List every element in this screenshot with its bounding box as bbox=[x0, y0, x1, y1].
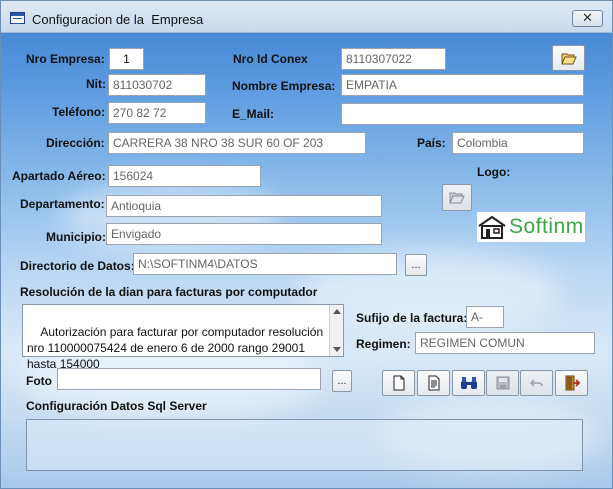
label-departamento: Departamento: bbox=[20, 197, 105, 211]
telefono-field[interactable]: 270 82 72 bbox=[108, 102, 206, 124]
undo-icon bbox=[529, 377, 544, 389]
company-logo: Softinm bbox=[477, 212, 585, 242]
label-nro-id-conex: Nro Id Conex bbox=[233, 52, 308, 66]
pais-field[interactable]: Colombia bbox=[452, 132, 584, 154]
label-logo: Logo: bbox=[477, 165, 511, 179]
sufijo-field[interactable]: A- bbox=[466, 306, 504, 328]
departamento-field[interactable]: Antioquia bbox=[106, 195, 382, 217]
sql-server-panel bbox=[26, 419, 583, 471]
edit-document-icon bbox=[427, 375, 441, 391]
nro-id-conex-field[interactable]: 8110307022 bbox=[341, 48, 446, 70]
browse-foto-button[interactable]: ... bbox=[332, 370, 352, 392]
folder-open-icon bbox=[560, 52, 577, 65]
open-folder-button[interactable] bbox=[552, 45, 585, 71]
nro-empresa-field[interactable]: 1 bbox=[109, 48, 144, 70]
scroll-down-icon[interactable] bbox=[333, 347, 341, 352]
label-regimen: Regimen: bbox=[356, 337, 411, 351]
label-nit: Nit: bbox=[86, 77, 106, 91]
resolucion-scrollbar[interactable] bbox=[329, 305, 343, 356]
logo-text: Softinm bbox=[509, 215, 584, 238]
save-button[interactable] bbox=[486, 370, 519, 396]
house-logo-icon bbox=[477, 214, 507, 240]
new-document-icon bbox=[392, 375, 406, 391]
resolucion-textarea[interactable]: Autorización para facturar por computado… bbox=[22, 304, 344, 371]
nombre-empresa-field[interactable]: EMPATIA bbox=[341, 74, 584, 96]
label-telefono: Teléfono: bbox=[52, 105, 106, 119]
direccion-field[interactable]: CARRERA 38 NRO 38 SUR 60 OF 203 bbox=[108, 132, 366, 154]
foto-field[interactable] bbox=[57, 368, 321, 390]
new-button[interactable] bbox=[382, 370, 415, 396]
nit-field[interactable]: 811030702 bbox=[108, 74, 206, 96]
title-bar[interactable]: Configuracion de la Empresa ✕ bbox=[1, 1, 612, 33]
label-sql-server: Configuración Datos Sql Server bbox=[26, 399, 207, 413]
directorio-field[interactable]: N:\SOFTINM4\DATOS bbox=[133, 253, 397, 275]
municipio-field[interactable]: Envigado bbox=[106, 223, 382, 245]
label-apartado: Apartado Aéreo: bbox=[12, 169, 106, 183]
label-direccion: Dirección: bbox=[46, 136, 105, 150]
label-nombre-empresa: Nombre Empresa: bbox=[232, 79, 336, 93]
exit-door-icon bbox=[564, 375, 580, 391]
apartado-field[interactable]: 156024 bbox=[108, 165, 261, 187]
config-window: Configuracion de la Empresa ✕ Nro Empres… bbox=[0, 0, 613, 489]
search-button[interactable] bbox=[452, 370, 485, 396]
browse-directorio-button[interactable]: ... bbox=[405, 254, 427, 276]
exit-button[interactable] bbox=[555, 370, 588, 396]
window-table-icon bbox=[10, 12, 25, 24]
binoculars-icon bbox=[460, 376, 478, 390]
label-municipio: Municipio: bbox=[46, 230, 106, 244]
undo-button[interactable] bbox=[520, 370, 553, 396]
label-nro-empresa: Nro Empresa: bbox=[26, 52, 105, 66]
close-icon: ✕ bbox=[582, 10, 593, 25]
email-field[interactable] bbox=[341, 103, 584, 125]
label-pais: País: bbox=[417, 136, 446, 150]
close-button[interactable]: ✕ bbox=[572, 10, 603, 27]
label-email: E_Mail: bbox=[232, 107, 275, 121]
label-sufijo: Sufijo de la factura: bbox=[356, 311, 468, 325]
window-title: Configuracion de la Empresa bbox=[32, 12, 204, 27]
save-disk-icon bbox=[496, 376, 510, 390]
label-foto: Foto bbox=[26, 374, 52, 388]
scroll-up-icon[interactable] bbox=[333, 309, 341, 314]
folder-open-icon bbox=[449, 191, 465, 204]
regimen-field[interactable]: REGIMEN COMUN bbox=[415, 332, 595, 354]
edit-button[interactable] bbox=[417, 370, 450, 396]
label-resolucion: Resolución de la dian para facturas por … bbox=[20, 285, 318, 299]
label-directorio: Directorio de Datos: bbox=[20, 259, 135, 273]
logo-folder-button[interactable] bbox=[442, 184, 472, 211]
